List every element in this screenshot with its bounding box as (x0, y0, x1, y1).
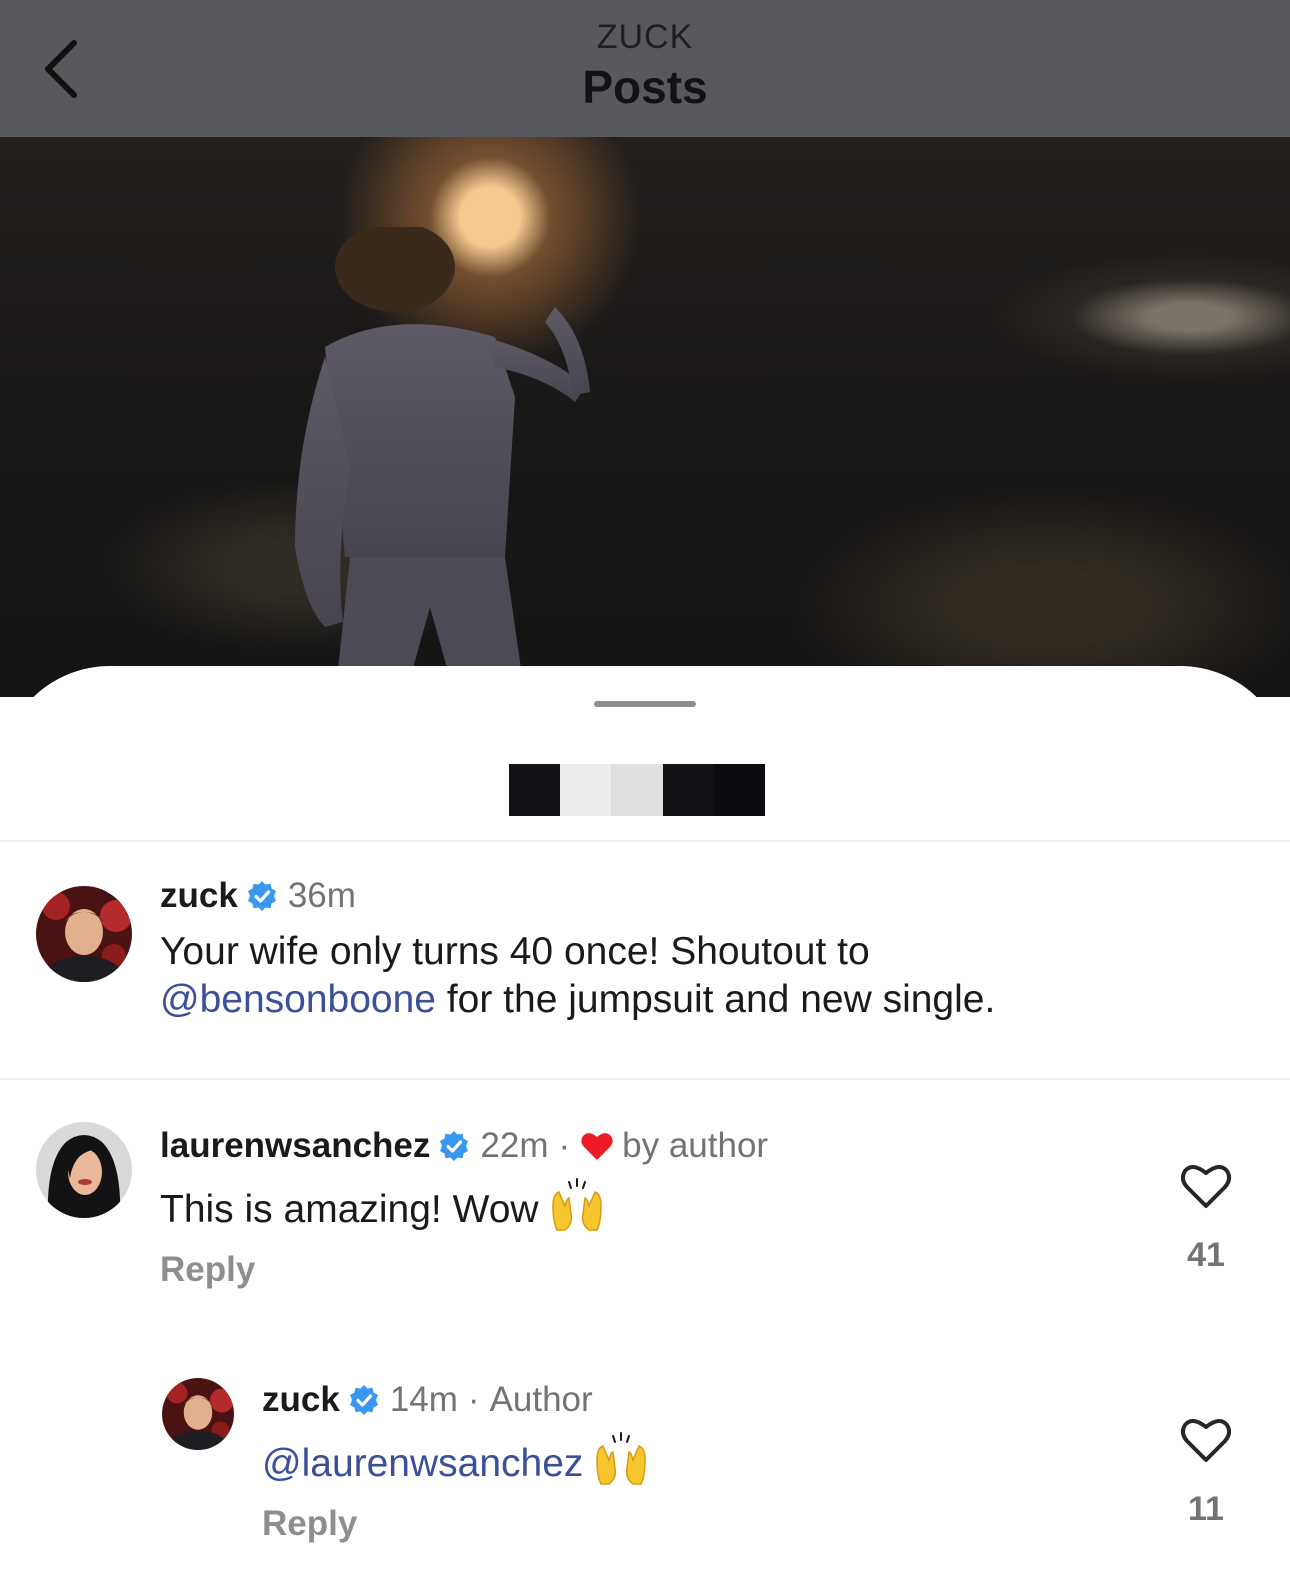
like-count: 11 (1188, 1490, 1224, 1528)
reply-button[interactable]: Reply (160, 1250, 255, 1290)
profile-username-subtitle: ZUCK (596, 18, 694, 56)
raising-hands-emoji-icon (551, 1178, 602, 1231)
verified-badge-icon (349, 1385, 378, 1415)
heart-outline-icon[interactable] (1180, 1416, 1232, 1464)
page-title: Posts (582, 61, 708, 113)
verified-badge-icon (247, 881, 276, 911)
timestamp: 22m (480, 1126, 549, 1165)
reply-text: @laurenwsanchez (262, 1430, 649, 1488)
author-label: Author (489, 1380, 593, 1419)
avatar-image (36, 886, 132, 982)
post-video-frame (0, 137, 1290, 697)
mention-link[interactable]: @laurenwsanchez (262, 1442, 583, 1485)
caption-text-end: for the jumpsuit and new single. (436, 978, 996, 1021)
performer-silhouette (295, 227, 590, 697)
comment-text: This is amazing! Wow (160, 1176, 605, 1234)
liked-heart-icon (581, 1133, 613, 1160)
sheet-grabber-handle[interactable] (594, 701, 696, 707)
reply-button[interactable]: Reply (262, 1504, 357, 1544)
mention-link[interactable]: @bensonboone (160, 978, 436, 1021)
post-comments-screen: ZUCK Posts zuck 36m Your wife only turns… (0, 0, 1290, 1592)
timestamp: 36m (287, 876, 356, 915)
top-nav-bar: ZUCK Posts (0, 0, 1290, 137)
liked-by-author-label: by author (622, 1126, 769, 1165)
separator-dot: · (467, 1380, 480, 1419)
like-count: 41 (1187, 1236, 1225, 1274)
separator-dot: · (558, 1126, 571, 1165)
timestamp: 14m (389, 1380, 458, 1419)
post-caption: Your wife only turns 40 once! Shoutout t… (160, 928, 1220, 1024)
verified-badge-icon (440, 1131, 469, 1161)
username[interactable]: laurenwsanchez (160, 1126, 430, 1166)
raising-hands-emoji-icon (596, 1432, 647, 1485)
caption-meta: zuck 36m (160, 876, 356, 916)
username[interactable]: zuck (160, 876, 238, 916)
avatar[interactable] (36, 886, 132, 982)
heart-outline-icon[interactable] (1180, 1162, 1232, 1210)
avatar[interactable] (162, 1378, 234, 1450)
username[interactable]: zuck (262, 1380, 340, 1420)
comment-body: This is amazing! Wow (160, 1188, 539, 1231)
caption-divider (0, 1078, 1290, 1080)
sheet-divider (0, 840, 1290, 842)
redaction-block (509, 764, 765, 816)
avatar-image (162, 1378, 234, 1450)
reply-meta: zuck 14m · Author (262, 1380, 593, 1420)
comment-meta: laurenwsanchez 22m · by author (160, 1126, 768, 1166)
comments-sheet: zuck 36m Your wife only turns 40 once! S… (0, 666, 1290, 1592)
avatar-image (36, 1122, 132, 1218)
avatar[interactable] (36, 1122, 132, 1218)
caption-text: Your wife only turns 40 once! Shoutout t… (160, 930, 870, 973)
